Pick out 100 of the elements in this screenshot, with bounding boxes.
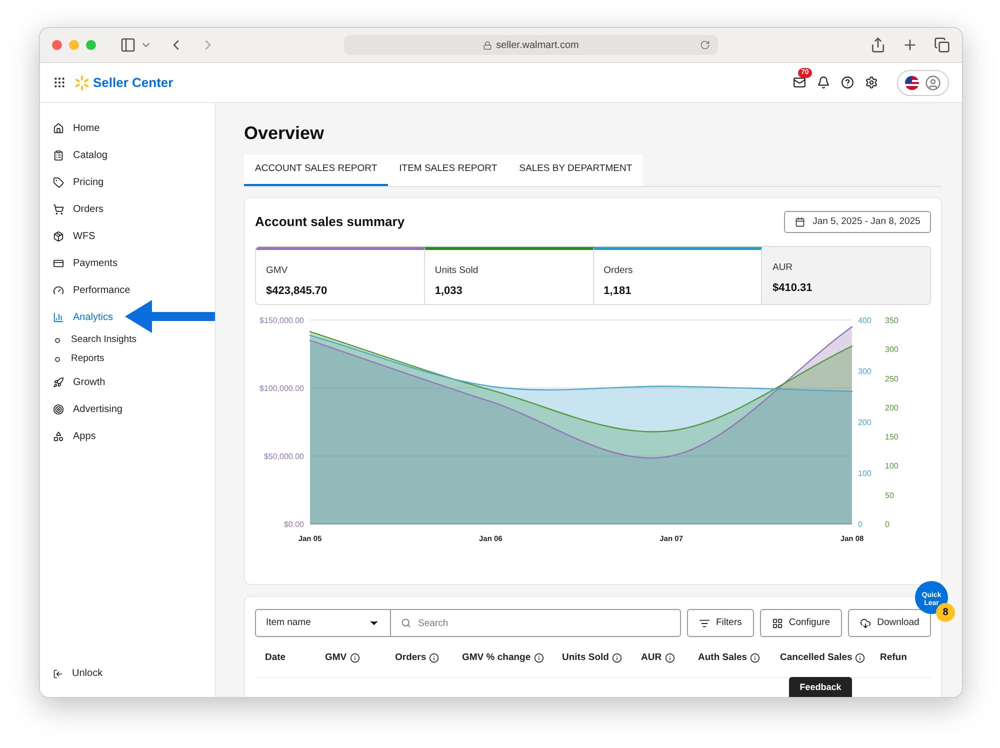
sidebar-item[interactable]: Payments	[53, 250, 118, 277]
list-icon	[53, 150, 64, 161]
address-bar[interactable]: seller.walmart.com	[344, 35, 718, 55]
account-switcher[interactable]	[897, 70, 949, 96]
brand-name[interactable]: Seller Center	[93, 72, 174, 92]
sidebar-item[interactable]: Catalog	[53, 142, 108, 169]
column-header: Orders	[395, 651, 462, 666]
metric-value: $423,845.70	[266, 284, 328, 300]
axis-label: 100	[885, 462, 898, 471]
axis-label: $150,000.00	[260, 316, 304, 325]
info-icon[interactable]	[612, 653, 622, 664]
grid-icon	[772, 618, 783, 628]
share-icon[interactable]	[870, 37, 886, 53]
metric-tile[interactable]: Units Sold 1,033	[424, 247, 594, 304]
column-header: Cancelled Sales	[780, 651, 880, 666]
column-select[interactable]: Item name	[255, 609, 391, 637]
column-header: AUR	[641, 651, 698, 666]
sign-out-icon	[53, 668, 63, 678]
apps-menu-icon[interactable]	[53, 76, 66, 89]
metric-label: GMV	[266, 264, 289, 278]
axis-label: 300	[885, 345, 898, 354]
axis-label: 0	[885, 520, 890, 529]
tab[interactable]: SALES BY DEPARTMENT	[508, 155, 644, 186]
bell-icon[interactable]	[817, 76, 830, 89]
page-title: Overview	[244, 122, 326, 145]
close-window-button[interactable]	[52, 40, 62, 50]
metric-label: Orders	[604, 264, 634, 278]
metric-tile[interactable]: Orders 1,181	[594, 247, 762, 304]
axis-label: 300	[858, 367, 872, 376]
info-icon[interactable]	[664, 653, 675, 664]
info-icon[interactable]	[429, 653, 440, 664]
shapes-icon	[53, 431, 64, 442]
axis-label: 200	[885, 403, 898, 412]
cloud-download-icon	[860, 618, 872, 628]
tabs-icon[interactable]	[934, 37, 950, 53]
target-icon	[53, 404, 64, 415]
axis-label: 50	[885, 490, 894, 500]
metric-value: 1,033	[434, 284, 464, 300]
axis-label: 100	[858, 469, 872, 478]
search-icon	[401, 618, 411, 628]
info-icon[interactable]	[750, 653, 760, 664]
metric-label: AUR	[772, 261, 794, 275]
rocket-icon	[53, 377, 64, 388]
metric-tile[interactable]: GMV $423,845.70	[256, 247, 425, 304]
tab[interactable]: ITEM SALES REPORT	[388, 155, 508, 186]
cart-icon	[53, 204, 64, 215]
axis-label: 400	[858, 316, 872, 325]
package-icon	[53, 231, 64, 242]
sidebar-item[interactable]: Performance	[53, 277, 130, 304]
sidebar-toggle-icon[interactable]	[120, 37, 136, 53]
axis-label: 150	[885, 432, 898, 442]
column-header: Auth Sales	[698, 651, 780, 666]
sidebar-item[interactable]: Advertising	[53, 396, 122, 423]
column-header: GMV	[325, 651, 395, 666]
column-header: Date	[264, 651, 287, 665]
bar-chart-icon	[53, 312, 64, 323]
sidebar-subitem[interactable]: Reports	[53, 350, 215, 369]
spark-logo-icon	[74, 74, 90, 90]
column-header: Units Sold	[562, 651, 641, 666]
sidebar-subitem[interactable]: Search Insights	[53, 331, 215, 350]
axis-label: $50,000.00	[264, 452, 304, 461]
sidebar-item[interactable]: Analytics	[53, 304, 114, 331]
help-icon[interactable]	[841, 76, 854, 89]
new-tab-icon[interactable]	[902, 37, 918, 53]
feedback-button[interactable]: Feedback	[789, 677, 852, 697]
toolbar-button[interactable]: Filters	[687, 609, 754, 637]
flag-icon	[905, 76, 919, 90]
sidebar-item[interactable]: Orders	[53, 196, 104, 223]
sidebar-item[interactable]: Home	[53, 115, 100, 142]
tag-icon	[53, 177, 64, 188]
sidebar-item[interactable]: Growth	[53, 369, 106, 396]
column-header: Refun	[880, 651, 908, 665]
filter-icon	[699, 618, 710, 628]
axis-label: 250	[885, 374, 898, 384]
info-icon[interactable]	[855, 653, 866, 664]
axis-label: $100,000.00	[260, 384, 304, 393]
metric-value: $410.31	[772, 281, 814, 296]
sidebar-item[interactable]: WFS	[53, 223, 96, 250]
axis-label: $0.00	[284, 520, 304, 529]
card-icon	[53, 258, 64, 269]
metric-tile[interactable]: AUR $410.31	[762, 247, 930, 304]
axis-label: 200	[858, 418, 872, 427]
avatar-icon	[925, 74, 941, 90]
mail-icon[interactable]	[793, 76, 806, 89]
date-range-button[interactable]: Jan 5, 2025 - Jan 8, 2025	[784, 211, 932, 233]
metric-value: 1,181	[604, 284, 632, 300]
tab[interactable]: ACCOUNT SALES REPORT	[244, 155, 388, 186]
search-field[interactable]: Search	[391, 609, 681, 637]
sidebar-item[interactable]: Apps	[53, 423, 96, 450]
axis-label: 0	[858, 520, 862, 529]
card-title: Account sales summary	[255, 213, 405, 232]
info-icon[interactable]	[534, 653, 544, 664]
column-header: GMV % change	[462, 651, 562, 666]
info-icon[interactable]	[350, 653, 360, 664]
toolbar-button[interactable]: Configure	[760, 609, 842, 637]
sidebar-item[interactable]: Pricing	[53, 169, 104, 196]
axis-label: 350	[885, 316, 898, 325]
metric-label: Units Sold	[434, 264, 480, 278]
unlock-button[interactable]: Unlock	[53, 666, 215, 681]
settings-icon[interactable]	[865, 76, 878, 89]
